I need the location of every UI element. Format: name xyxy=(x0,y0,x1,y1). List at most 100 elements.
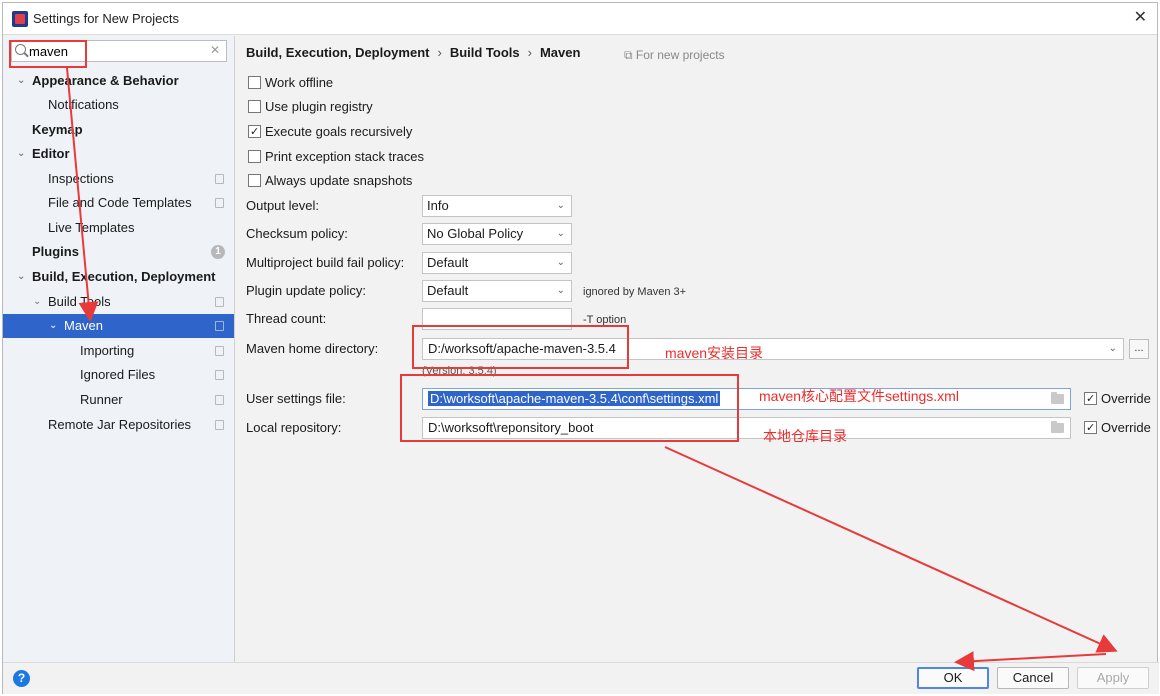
sidebar-item-label: Keymap xyxy=(32,122,83,137)
annotation-settings-file: maven核心配置文件settings.xml xyxy=(759,388,959,404)
select-value: Default xyxy=(427,283,469,298)
breadcrumb-maven: Maven xyxy=(539,45,581,60)
window-title: Settings for New Projects xyxy=(33,11,179,26)
breadcrumb-build-execution: Build, Execution, Deployment xyxy=(246,45,430,60)
plugin-update-hint: ignored by Maven 3+ xyxy=(583,286,687,298)
annotation-maven-home: maven安装目录 xyxy=(665,345,764,361)
project-scope-icon xyxy=(215,346,224,356)
select-value: Info xyxy=(427,198,449,213)
breadcrumb-separator: › xyxy=(437,45,442,60)
sidebar-item-runner[interactable]: Runner xyxy=(3,388,234,412)
plugin-update-policy-select[interactable]: Default ⌄ xyxy=(422,280,572,302)
chevron-down-icon: ⌄ xyxy=(556,285,565,296)
checksum-policy-label: Checksum policy: xyxy=(246,226,348,241)
work-offline-checkbox[interactable]: Work offline xyxy=(248,73,333,93)
scope-text: For new projects xyxy=(635,48,725,62)
sidebar-item-label: Build, Execution, Deployment xyxy=(32,269,216,284)
checkbox-label: Work offline xyxy=(265,75,334,90)
ok-button[interactable]: OK xyxy=(917,667,989,689)
checksum-policy-select[interactable]: No Global Policy ⌄ xyxy=(422,223,572,245)
project-scope-icon: ⧉ xyxy=(624,48,636,62)
always-update-snapshots-checkbox[interactable]: Always update snapshots xyxy=(248,171,412,191)
output-level-label: Output level: xyxy=(246,198,319,213)
select-value: Default xyxy=(427,255,469,270)
sidebar-item-maven[interactable]: ⌄ Maven xyxy=(3,314,234,338)
sidebar-item-remote-jar-repositories[interactable]: Remote Jar Repositories xyxy=(3,413,234,437)
sidebar-item-label: Editor xyxy=(32,146,70,161)
maven-settings-panel: Build, Execution, Deployment › Build Tools… xyxy=(236,36,1157,662)
print-exception-checkbox[interactable]: Print exception stack traces xyxy=(248,147,424,167)
sidebar-item-inspections[interactable]: Inspections xyxy=(3,167,234,191)
checkbox-label: Print exception stack traces xyxy=(265,149,424,164)
chevron-down-icon: ⌄ xyxy=(49,320,58,331)
intellij-app-icon xyxy=(12,11,28,27)
checkbox-box[interactable] xyxy=(248,174,261,187)
project-scope-icon xyxy=(215,395,224,405)
sidebar-item-live-templates[interactable]: Live Templates xyxy=(3,216,234,240)
close-icon[interactable]: ✕ xyxy=(1134,9,1147,27)
breadcrumb-separator: › xyxy=(527,45,532,60)
sidebar-item-label: Plugins xyxy=(32,244,79,259)
breadcrumb-build-tools: Build Tools xyxy=(449,45,520,60)
execute-goals-recursively-checkbox[interactable]: Execute goals recursively xyxy=(248,122,412,142)
checkbox-box[interactable] xyxy=(248,150,261,163)
sidebar-item-keymap[interactable]: Keymap xyxy=(3,118,234,142)
annotation-local-repo: 本地仓库目录 xyxy=(763,428,847,444)
select-value: No Global Policy xyxy=(427,226,524,241)
project-scope-icon xyxy=(215,297,224,307)
sidebar-item-label: Live Templates xyxy=(48,220,135,235)
local-repository-label: Local repository: xyxy=(246,420,342,435)
sidebar-item-file-code-templates[interactable]: File and Code Templates xyxy=(3,191,234,215)
local-repository-override-checkbox[interactable]: Override xyxy=(1084,418,1151,438)
chevron-down-icon: ⌄ xyxy=(556,228,565,239)
plugin-updates-badge: 1 xyxy=(211,245,225,259)
thread-count-label: Thread count: xyxy=(246,311,327,326)
chevron-down-icon: ⌄ xyxy=(17,271,26,282)
folder-icon[interactable] xyxy=(1051,421,1064,433)
project-scope-icon xyxy=(215,370,224,380)
dialog-button-bar: ? OK Cancel Apply xyxy=(3,662,1159,694)
checkbox-box[interactable] xyxy=(1084,418,1097,438)
settings-sidebar: ✕ ⌄ Appearance & Behavior Notifications … xyxy=(3,36,235,662)
sidebar-item-label: Notifications xyxy=(48,97,119,112)
checkbox-box[interactable] xyxy=(248,100,261,113)
breadcrumb: Build, Execution, Deployment › Build Tools… xyxy=(246,45,580,60)
chevron-down-icon: ⌄ xyxy=(556,257,565,268)
folder-icon[interactable] xyxy=(1051,392,1064,404)
help-icon[interactable]: ? xyxy=(13,670,30,687)
title-bar: Settings for New Projects ✕ xyxy=(3,3,1157,35)
sidebar-item-importing[interactable]: Importing xyxy=(3,339,234,363)
sidebar-item-editor[interactable]: ⌄ Editor xyxy=(3,142,234,166)
project-scope-icon xyxy=(215,198,224,208)
sidebar-item-build-execution-deployment[interactable]: ⌄ Build, Execution, Deployment xyxy=(3,265,234,289)
use-plugin-registry-checkbox[interactable]: Use plugin registry xyxy=(248,97,373,117)
browse-maven-home-button[interactable]: ... xyxy=(1129,339,1149,359)
user-settings-label: User settings file: xyxy=(246,391,346,406)
sidebar-item-label: Build Tools xyxy=(48,294,111,309)
cancel-button[interactable]: Cancel xyxy=(997,667,1069,689)
checkbox-box[interactable] xyxy=(248,122,261,142)
checkbox-box[interactable] xyxy=(1084,389,1097,409)
sidebar-item-label: Runner xyxy=(80,392,123,407)
apply-button[interactable]: Apply xyxy=(1077,667,1149,689)
sidebar-item-plugins[interactable]: Plugins 1 xyxy=(3,240,234,264)
project-scope-icon xyxy=(215,420,224,430)
user-settings-override-checkbox[interactable]: Override xyxy=(1084,389,1151,409)
sidebar-item-appearance-behavior[interactable]: ⌄ Appearance & Behavior xyxy=(3,69,234,93)
project-scope-icon xyxy=(215,174,224,184)
checkbox-label: Always update snapshots xyxy=(265,173,413,188)
multiproject-fail-policy-select[interactable]: Default ⌄ xyxy=(422,252,572,274)
sidebar-item-build-tools[interactable]: ⌄ Build Tools xyxy=(3,290,234,314)
clear-search-icon[interactable]: ✕ xyxy=(210,43,220,57)
sidebar-item-ignored-files[interactable]: Ignored Files xyxy=(3,363,234,387)
sidebar-item-label: Maven xyxy=(64,318,104,333)
chevron-down-icon: ⌄ xyxy=(17,75,26,86)
annotation-settings-highlight xyxy=(400,374,739,442)
checkbox-label: Override xyxy=(1101,391,1151,406)
chevron-down-icon: ⌄ xyxy=(33,296,42,307)
checkbox-box[interactable] xyxy=(248,76,261,89)
sidebar-item-notifications[interactable]: Notifications xyxy=(3,93,234,117)
sidebar-item-label: File and Code Templates xyxy=(48,195,192,210)
output-level-select[interactable]: Info ⌄ xyxy=(422,195,572,217)
project-scope-icon xyxy=(215,321,224,331)
